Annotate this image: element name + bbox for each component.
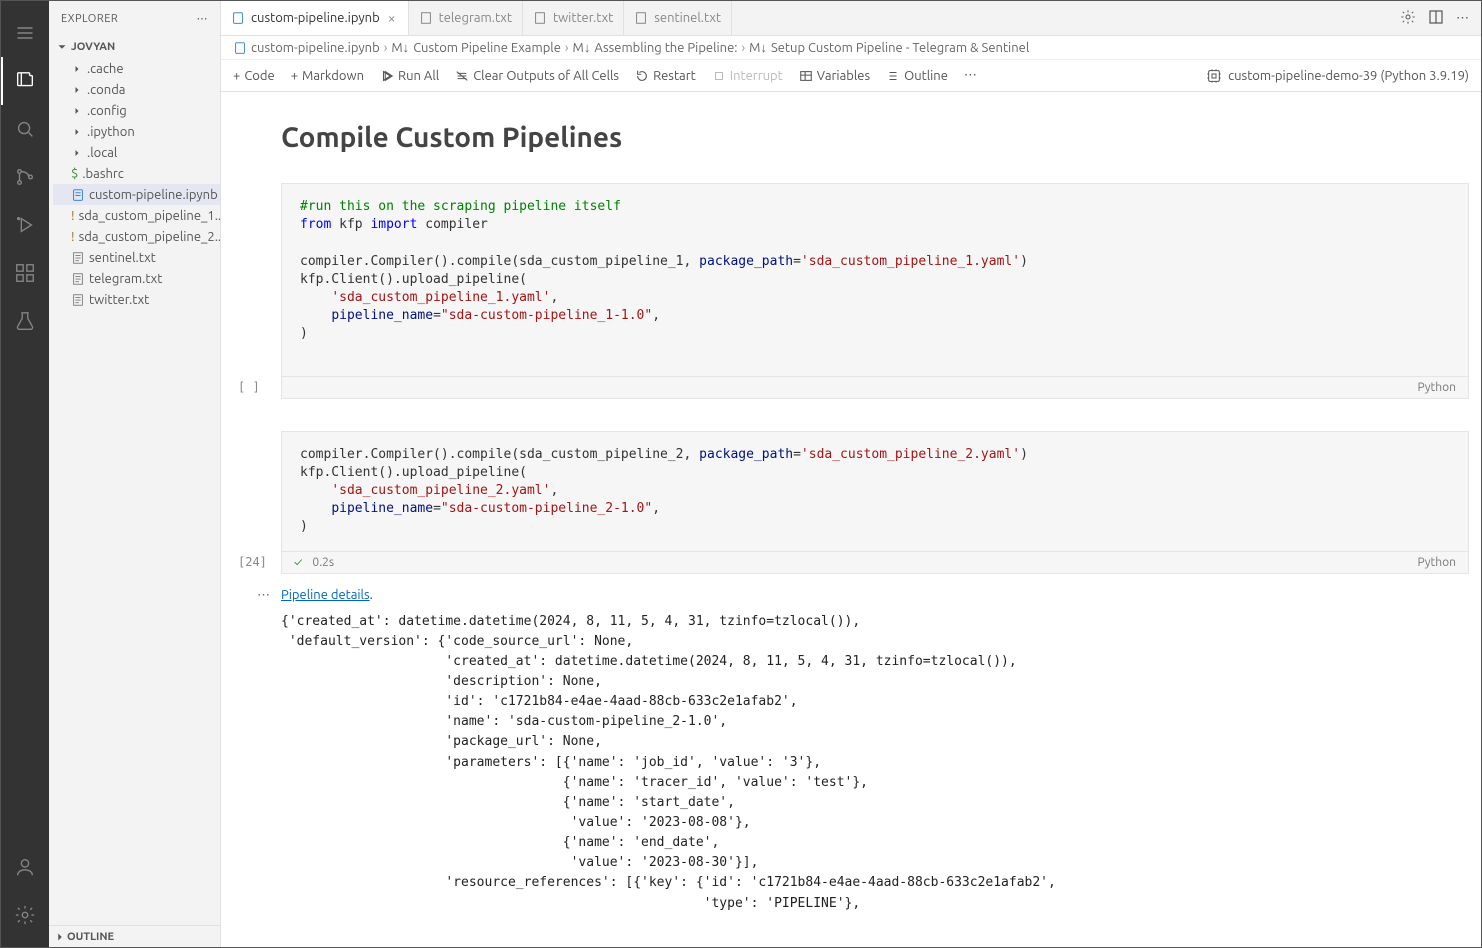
menu-icon[interactable]	[1, 9, 49, 57]
file-custom-pipeline[interactable]: custom-pipeline.ipynb	[53, 184, 220, 205]
file-telegram[interactable]: telegram.txt	[53, 268, 220, 289]
more-actions-icon[interactable]: ⋯	[1456, 11, 1469, 26]
cell-status-bar: [ ] Python	[281, 377, 1469, 399]
code-cell-2[interactable]: compiler.Compiler().compile(sda_custom_p…	[261, 431, 1469, 914]
file-sd1[interactable]: !sda_custom_pipeline_1....	[53, 205, 220, 226]
editor-area: custom-pipeline.ipynb × telegram.txt twi…	[221, 1, 1481, 947]
kernel-selector[interactable]: custom-pipeline-demo-39 (Python 3.9.19)	[1206, 68, 1469, 84]
tab-telegram[interactable]: telegram.txt	[409, 1, 523, 35]
restart-button[interactable]: Restart	[635, 69, 696, 83]
success-icon: ✓	[294, 556, 302, 569]
folder-ipython[interactable]: .ipython	[53, 121, 220, 142]
interrupt-button: Interrupt	[712, 69, 783, 83]
folder-conda[interactable]: .conda	[53, 79, 220, 100]
code-cell-1[interactable]: #run this on the scraping pipeline itsel…	[261, 183, 1469, 399]
file-sentinel[interactable]: sentinel.txt	[53, 247, 220, 268]
kernel-label: custom-pipeline-demo-39 (Python 3.9.19)	[1228, 69, 1469, 83]
nb-outline-button[interactable]: Outline	[886, 69, 948, 83]
folder-local[interactable]: .local	[53, 142, 220, 163]
source-control-icon[interactable]	[1, 153, 49, 201]
pipeline-details-link[interactable]: Pipeline details	[281, 588, 370, 602]
file-sd2[interactable]: !sda_custom_pipeline_2....	[53, 226, 220, 247]
tab-custom-pipeline[interactable]: custom-pipeline.ipynb ×	[221, 1, 409, 35]
activity-bar	[1, 1, 49, 947]
gear-icon[interactable]	[1400, 9, 1416, 28]
breadcrumb-h1[interactable]: Custom Pipeline Example	[413, 41, 561, 55]
tab-sentinel[interactable]: sentinel.txt	[624, 1, 732, 35]
cell-output-menu-icon[interactable]: ⋯	[257, 588, 270, 603]
breadcrumb-h2[interactable]: Assembling the Pipeline:	[594, 41, 737, 55]
extensions-icon[interactable]	[1, 249, 49, 297]
run-all-button[interactable]: Run All	[380, 69, 439, 83]
more-icon[interactable]: ⋯	[197, 12, 209, 25]
account-icon[interactable]	[1, 843, 49, 891]
explorer-sidebar: EXPLORER ⋯ JOVYAN .cache .conda .config …	[49, 1, 221, 947]
cell-language[interactable]: Python	[1417, 381, 1456, 394]
breadcrumb[interactable]: custom-pipeline.ipynb› M↓Custom Pipeline…	[221, 36, 1481, 60]
beaker-icon[interactable]	[1, 297, 49, 345]
breadcrumb-file[interactable]: custom-pipeline.ipynb	[251, 41, 380, 55]
cell-language[interactable]: Python	[1417, 556, 1456, 569]
execution-time: 0.2s	[312, 556, 334, 569]
outline-label: OUTLINE	[67, 931, 114, 943]
more-toolbar-icon[interactable]: ⋯	[964, 68, 977, 83]
notebook-body[interactable]: Compile Custom Pipelines #run this on th…	[221, 92, 1481, 947]
close-icon[interactable]: ×	[386, 10, 398, 26]
explorer-icon[interactable]	[1, 57, 49, 105]
execution-count: [ ]	[238, 380, 260, 394]
execution-count: [24]	[238, 555, 267, 569]
explorer-header: EXPLORER ⋯	[49, 1, 220, 36]
add-markdown-button[interactable]: +Markdown	[291, 69, 364, 83]
tab-twitter[interactable]: twitter.txt	[523, 1, 624, 35]
workspace-root-label: JOVYAN	[71, 41, 115, 53]
cell-input[interactable]: #run this on the scraping pipeline itsel…	[281, 183, 1469, 377]
variables-button[interactable]: Variables	[799, 69, 870, 83]
breadcrumb-h3[interactable]: Setup Custom Pipeline - Telegram & Senti…	[771, 41, 1029, 55]
settings-icon[interactable]	[1, 891, 49, 939]
workspace-root[interactable]: JOVYAN	[53, 36, 220, 58]
folder-cache[interactable]: .cache	[53, 58, 220, 79]
outline-section[interactable]: OUTLINE	[49, 925, 220, 947]
search-icon[interactable]	[1, 105, 49, 153]
debug-icon[interactable]	[1, 201, 49, 249]
notebook-toolbar: +Code +Markdown Run All Clear Outputs of…	[221, 60, 1481, 92]
heading-compile: Compile Custom Pipelines	[281, 122, 1469, 153]
cell-input[interactable]: compiler.Compiler().compile(sda_custom_p…	[281, 431, 1469, 552]
add-code-button[interactable]: +Code	[233, 69, 275, 83]
file-twitter[interactable]: twitter.txt	[53, 289, 220, 310]
clear-outputs-button[interactable]: Clear Outputs of All Cells	[455, 69, 619, 83]
split-icon[interactable]	[1428, 9, 1444, 28]
folder-config[interactable]: .config	[53, 100, 220, 121]
cell-status-bar: [24] ✓ 0.2s Python	[281, 552, 1469, 574]
tab-bar: custom-pipeline.ipynb × telegram.txt twi…	[221, 1, 1481, 36]
cell-output-text: {'created_at': datetime.datetime(2024, 8…	[281, 612, 1469, 914]
file-bashrc[interactable]: $.bashrc	[53, 163, 220, 184]
explorer-title: EXPLORER	[61, 13, 118, 25]
